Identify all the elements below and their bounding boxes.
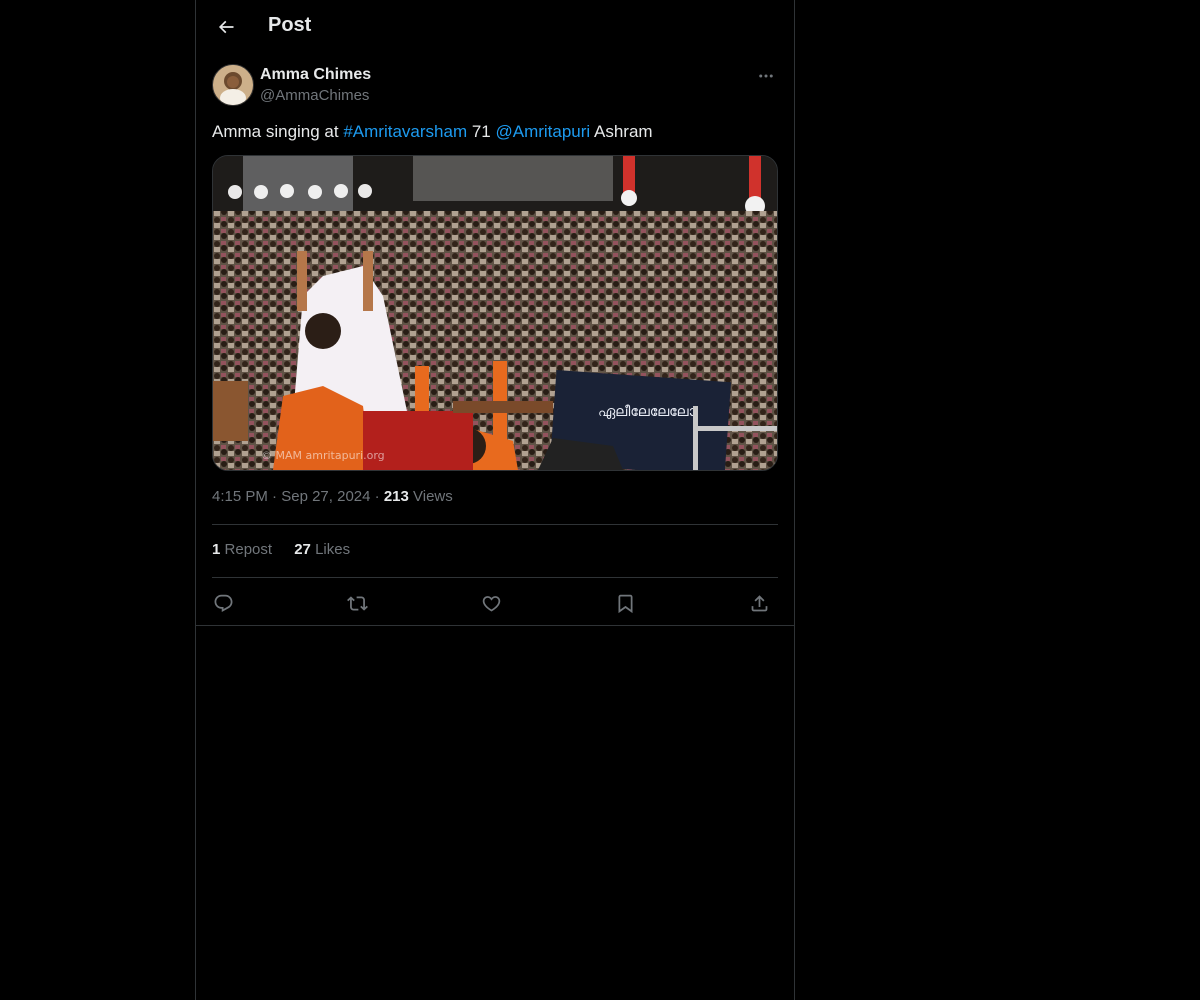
bookmark-button[interactable] [608, 586, 642, 620]
post-header: Post [196, 0, 794, 54]
post-image[interactable]: ഏലീലേലേലോ © MAM amritapuri.org [212, 155, 778, 471]
post-date[interactable]: Sep 27, 2024 [281, 488, 370, 505]
post-text-suffix: Ashram [590, 122, 653, 141]
divider [212, 577, 778, 578]
repost-icon [346, 595, 368, 611]
image-watermark: © MAM amritapuri.org [261, 449, 385, 462]
share-icon [751, 594, 767, 611]
main-column: Post Amma Chimes @AmmaChimes Amma singin… [195, 0, 795, 1000]
reposts-stat[interactable]: 1 Repost [212, 541, 272, 558]
avatar[interactable] [212, 64, 254, 106]
arrow-left-icon [218, 20, 234, 34]
views-label: Views [413, 488, 453, 505]
post-text: Amma singing at #Amritavarsham 71 @Amrit… [212, 120, 778, 144]
post-actions [212, 586, 778, 620]
back-button[interactable] [208, 9, 244, 45]
reposts-count: 1 [212, 541, 221, 558]
divider [212, 524, 778, 525]
meta-separator: · [272, 488, 278, 505]
likes-stat[interactable]: 27 Likes [294, 541, 350, 558]
post-time[interactable]: 4:15 PM [212, 488, 268, 505]
likes-label: Likes [315, 541, 351, 558]
like-icon [482, 595, 500, 612]
author-name[interactable]: Amma Chimes [260, 66, 371, 84]
author-handle[interactable]: @AmmaChimes [260, 87, 369, 104]
page-title: Post [268, 14, 312, 36]
avatar-image [213, 65, 253, 105]
more-icon [759, 74, 773, 78]
meta-separator: · [374, 488, 380, 505]
views-count: 213 [383, 488, 409, 505]
likes-count: 27 [294, 541, 311, 558]
mention-link[interactable]: @Amritapuri [495, 122, 590, 141]
repost-button[interactable] [340, 586, 374, 620]
bookmark-icon [618, 594, 632, 613]
reposts-label: Repost [224, 541, 273, 558]
post-stats: 1 Repost 27 Likes [212, 541, 778, 558]
like-button[interactable] [474, 586, 508, 620]
more-options-button[interactable] [754, 64, 778, 88]
post-bottom-border [196, 625, 794, 626]
share-button[interactable] [742, 586, 776, 620]
hashtag-link[interactable]: #Amritavarsham [343, 122, 467, 141]
post-text-mid: 71 [467, 122, 496, 141]
banner-text: ഏലീലേലേലോ [598, 404, 697, 420]
reply-button[interactable] [206, 586, 240, 620]
post-meta: 4:15 PM · Sep 27, 2024 · 213 Views [212, 488, 778, 505]
post-text-prefix: Amma singing at [212, 122, 344, 141]
post-author: Amma Chimes @AmmaChimes [212, 64, 778, 108]
concert-photo: ഏലീലേലേലോ © MAM amritapuri.org [213, 156, 777, 470]
reply-icon [214, 594, 232, 612]
